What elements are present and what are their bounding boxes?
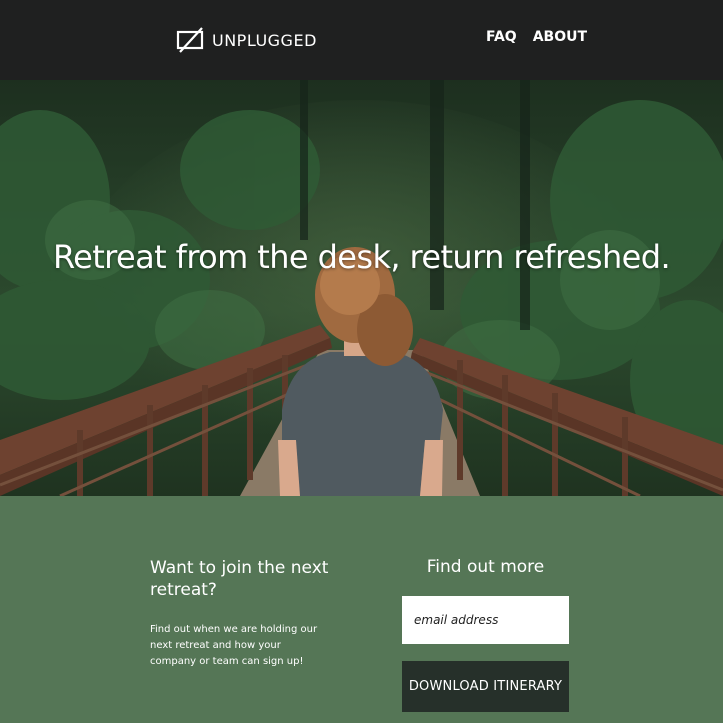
signup-section	[0, 496, 723, 723]
brand-logo[interactable]: UNPLUGGED	[176, 25, 317, 55]
main-nav: FAQ ABOUT	[486, 29, 587, 45]
nav-link-faq[interactable]: FAQ	[486, 29, 517, 45]
download-itinerary-button[interactable]: DOWNLOAD ITINERARY	[402, 661, 569, 712]
hero-title: Retreat from the desk, return refreshed.	[52, 238, 671, 276]
crossed-out-rectangle-icon	[176, 27, 204, 53]
join-heading: Want to join the next retreat?	[150, 558, 329, 600]
top-navigation-bar: UNPLUGGED FAQ ABOUT	[0, 0, 723, 80]
nav-link-about[interactable]: ABOUT	[533, 29, 587, 45]
find-out-more-heading: Find out more	[426, 557, 545, 577]
join-description: Find out when we are holding our next re…	[150, 624, 318, 667]
email-field[interactable]	[402, 596, 569, 644]
hero-forest-bridge-photo	[0, 80, 723, 496]
hero-banner: Retreat from the desk, return refreshed.	[0, 80, 723, 496]
brand-name: UNPLUGGED	[212, 30, 317, 50]
